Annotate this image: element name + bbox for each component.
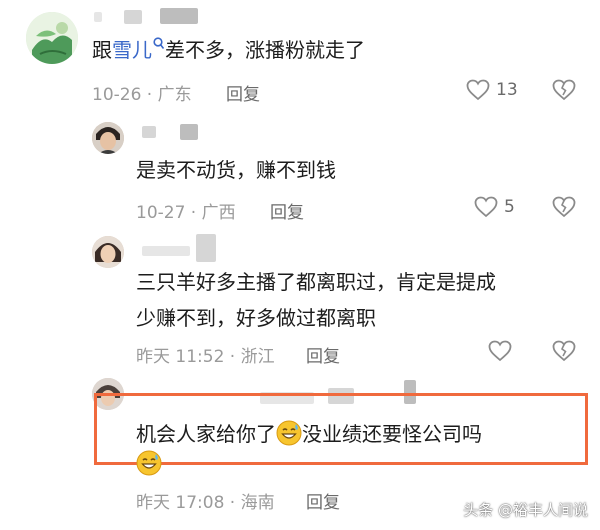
comment-meta: 10-26 · 广东 bbox=[92, 85, 192, 105]
avatar-image bbox=[92, 122, 124, 154]
comment-thread: 跟雪儿 差不多，涨播粉就走了 10-26 · 广东 回复 13 是卖不动货，赚不到… bbox=[0, 0, 600, 530]
grinning-sweat-emoji-icon bbox=[276, 420, 302, 446]
broken-heart-icon bbox=[552, 79, 576, 101]
comment-text: 跟雪儿 差不多，涨播粉就走了 bbox=[92, 37, 365, 62]
username-blur bbox=[142, 246, 190, 256]
comment-text-line: 少赚不到，好多做过都离职 bbox=[136, 306, 376, 330]
reply-button[interactable]: 回复 bbox=[306, 342, 340, 367]
like-button[interactable]: 5 bbox=[474, 196, 515, 218]
like-count: 13 bbox=[496, 80, 518, 100]
heart-icon bbox=[474, 196, 498, 218]
comment-meta: 10-27 · 广西 bbox=[136, 203, 236, 223]
reply-button[interactable]: 回复 bbox=[306, 488, 340, 513]
grinning-sweat-emoji-icon bbox=[136, 450, 162, 476]
like-count: 5 bbox=[504, 197, 515, 217]
comment-meta: 昨天 11:52 · 浙江 bbox=[136, 347, 275, 367]
broken-heart-icon bbox=[552, 340, 576, 362]
reply-button[interactable]: 回复 bbox=[270, 198, 304, 223]
mention-link[interactable]: 雪儿 bbox=[112, 37, 165, 62]
username-blur bbox=[94, 12, 102, 22]
heart-icon bbox=[488, 340, 512, 362]
grinning-sweat-emoji-icon bbox=[136, 450, 162, 476]
avatar-image bbox=[92, 236, 124, 268]
avatar[interactable] bbox=[26, 12, 78, 64]
avatar[interactable] bbox=[92, 236, 124, 268]
username-blur bbox=[196, 234, 216, 262]
heart-icon bbox=[466, 79, 490, 101]
comment-text: 机会人家给你了 没业绩还要怪公司吗 bbox=[136, 420, 482, 446]
like-button[interactable] bbox=[488, 340, 512, 362]
username-blur bbox=[142, 126, 156, 138]
like-button[interactable]: 13 bbox=[466, 79, 518, 101]
reply-button[interactable]: 回复 bbox=[226, 80, 260, 105]
avatar[interactable] bbox=[92, 122, 124, 154]
comment-text-line: 三只羊好多主播了都离职过，肯定是提成 bbox=[136, 270, 496, 294]
watermark: 头条 @裕丰人间说 bbox=[463, 501, 588, 519]
broken-heart-icon bbox=[552, 196, 576, 218]
comment-text: 三只羊好多主播了都离职过，肯定是提成 少赚不到，好多做过都离职 bbox=[136, 264, 496, 336]
username-blur bbox=[180, 124, 198, 140]
dislike-button[interactable] bbox=[552, 340, 576, 362]
comment-meta: 昨天 17:08 · 海南 bbox=[136, 493, 275, 513]
comment-text: 是卖不动货，赚不到钱 bbox=[136, 158, 336, 182]
dislike-button[interactable] bbox=[552, 79, 576, 101]
username-blur bbox=[124, 10, 142, 24]
username-blur bbox=[160, 8, 198, 24]
dislike-button[interactable] bbox=[552, 196, 576, 218]
avatar-image bbox=[26, 12, 78, 64]
search-icon bbox=[153, 37, 165, 49]
